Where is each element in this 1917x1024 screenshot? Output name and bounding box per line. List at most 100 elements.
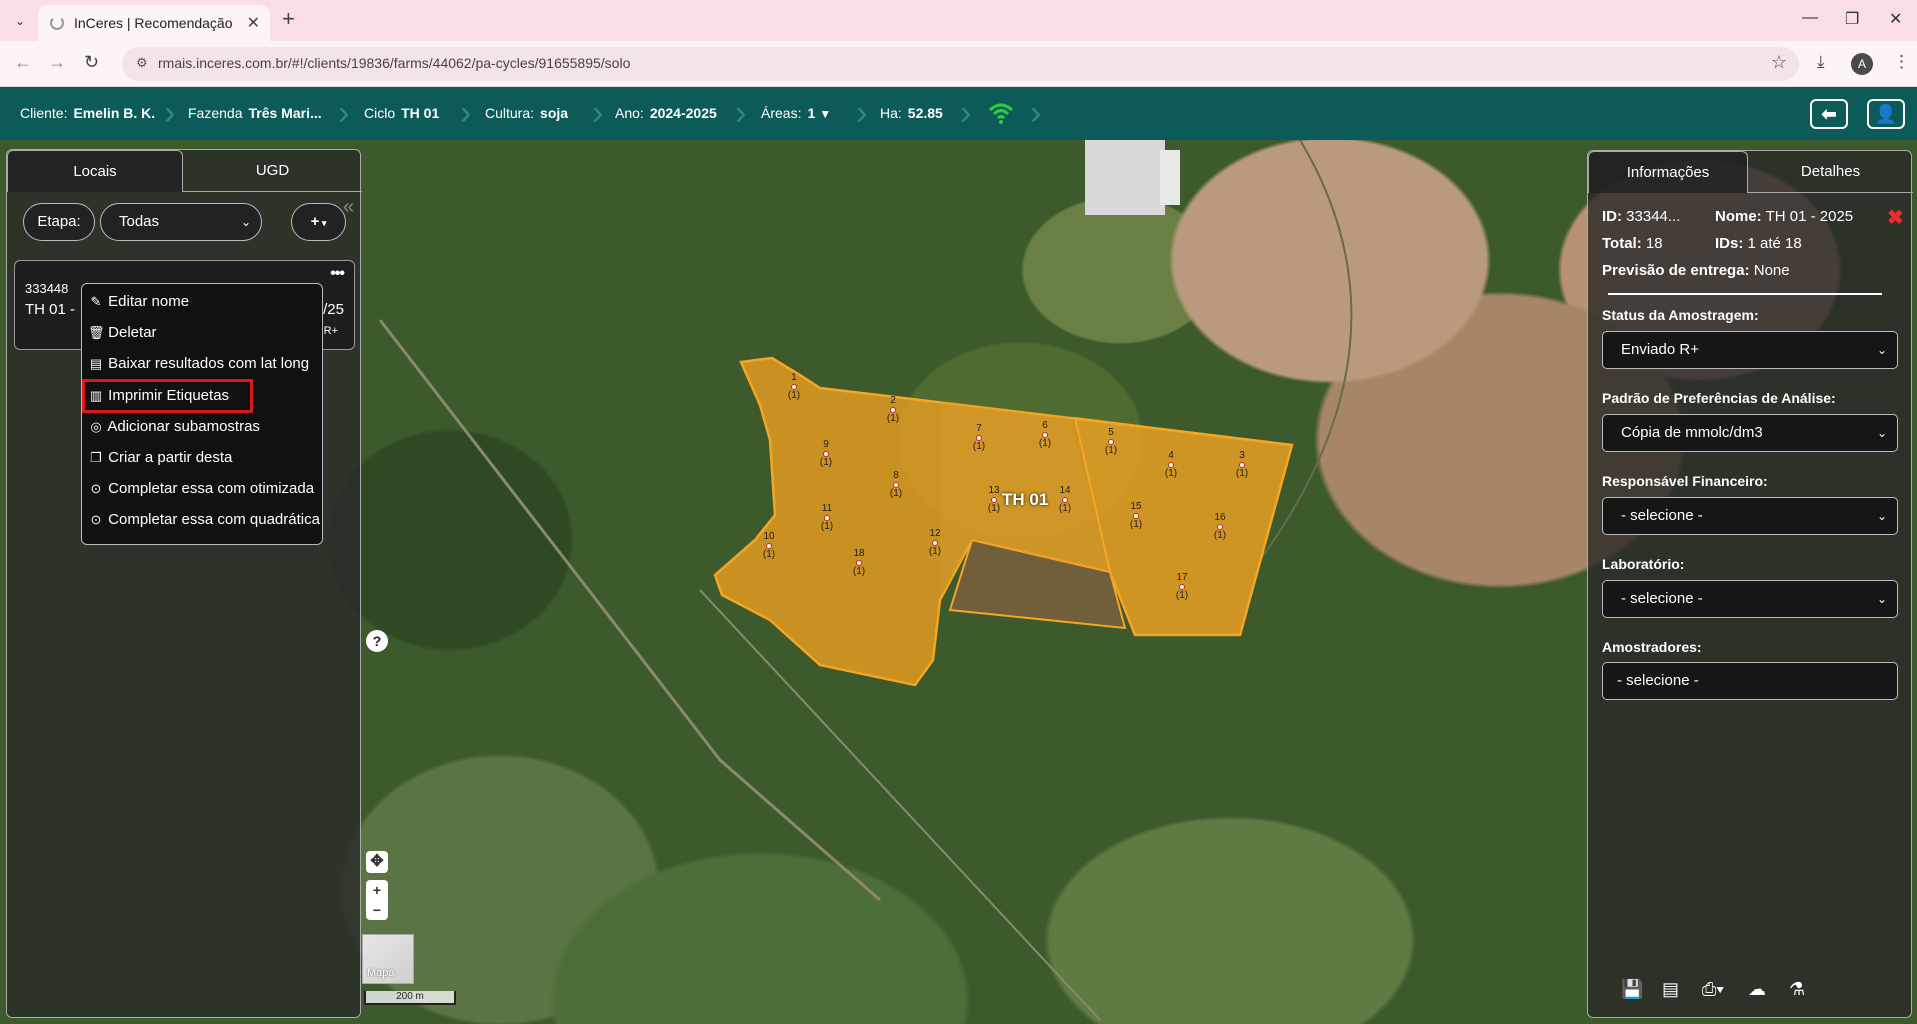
back-icon[interactable]: ← [14,52,32,73]
close-icon[interactable]: ✖ [1887,205,1904,230]
bookmark-star-icon[interactable]: ☆ [1771,52,1787,73]
restore-icon[interactable]: ❐ [1845,9,1859,29]
file-excel-icon[interactable]: ▤ [1662,979,1679,1000]
tab-locais[interactable]: Locais [7,150,183,192]
menu-item-completar-quadratica[interactable]: ⊙ Completar essa com quadrática [88,509,320,531]
url-text[interactable]: rmais.inceres.com.br/#!/clients/19836/fa… [158,55,630,71]
right-panel: Informações Detalhes ID: 33344... Nome: … [1587,150,1913,1018]
nome-value: TH 01 - 2025 [1765,208,1854,225]
sample-point[interactable]: 2 (1) [883,396,903,424]
crumb-cultura[interactable]: Cultura: soja [485,87,568,140]
tab-search-icon[interactable]: ⌄ [8,9,32,33]
sample-point[interactable]: 13 (1) [984,486,1004,514]
profile-avatar[interactable]: A [1851,53,1873,75]
reload-icon[interactable]: ↻ [84,52,99,73]
menu-item-criar-a-partir[interactable]: ❐ Criar a partir desta [88,447,232,469]
back-arrow-button[interactable]: ⬅ [1810,99,1848,129]
browser-menu-icon[interactable]: ⋮ [1893,52,1910,72]
tab-ugd[interactable]: UGD [183,150,362,192]
wifi-icon [988,103,1014,124]
close-tab-icon[interactable]: ✕ [247,13,260,33]
flask-icon[interactable]: ⚗ [1789,979,1805,1000]
left-tabs: Locais UGD [7,150,362,192]
browser-tab[interactable]: InCeres | Recomendação ✕ [38,5,270,41]
cultura-label: Cultura: [485,105,535,121]
address-bar[interactable]: ⚙ rmais.inceres.com.br/#!/clients/19836/… [122,47,1799,81]
zoom-out-button[interactable]: − [366,900,388,920]
financeiro-select[interactable]: - selecione - ⌄ [1602,497,1898,535]
sample-point[interactable]: 15 (1) [1126,502,1146,530]
padrao-select[interactable]: Cópia de mmolc/dm3 ⌄ [1602,414,1898,452]
help-icon[interactable]: ? [366,630,388,652]
cultura-value: soja [540,105,569,121]
crumb-cliente[interactable]: Cliente: Emelin B. K. [20,87,155,140]
tab-informacoes[interactable]: Informações [1588,151,1748,193]
copy-icon: ❐ [90,450,102,465]
crumb-areas[interactable]: Áreas: 1 ▼ [761,87,831,140]
crumb-fazenda[interactable]: Fazenda Três Mari... [188,87,322,140]
dot-circle-icon: ⊙ [90,512,102,527]
ciclo-value: TH 01 [401,105,440,121]
tab-title: InCeres | Recomendação [74,15,233,31]
save-icon[interactable]: 💾 [1621,979,1643,1000]
laboratorio-select[interactable]: - selecione - ⌄ [1602,580,1898,618]
chevron-down-icon: ⌄ [1876,343,1887,357]
menu-item-editar-nome[interactable]: ✎ Editar nome [88,291,190,313]
sample-point[interactable]: 11 (1) [817,504,837,532]
menu-item-baixar-resultados[interactable]: ▤ Baixar resultados com lat long [88,353,309,375]
zoom-in-button[interactable]: + [366,880,388,900]
ciclo-label: Ciclo [364,105,396,121]
app-header: Cliente: Emelin B. K. › Fazenda Três Mari.… [0,87,1917,140]
padrao-label: Padrão de Preferências de Análise: [1602,390,1836,406]
tab-detalhes[interactable]: Detalhes [1748,151,1913,193]
crumb-ciclo[interactable]: Ciclo TH 01 [364,87,439,140]
sample-point[interactable]: 9 (1) [816,440,836,468]
amostradores-select[interactable]: - selecione - [1602,662,1898,700]
site-info-icon[interactable]: ⚙ [136,55,148,71]
sample-point[interactable]: 8 (1) [886,471,906,499]
pan-icon[interactable]: ✥ [366,851,388,873]
menu-item-completar-otimizada[interactable]: ⊙ Completar essa com otimizada [88,478,315,500]
sample-point[interactable]: 16 (1) [1210,513,1230,541]
sample-point[interactable]: 7 (1) [969,424,989,452]
sample-point[interactable]: 6 (1) [1035,421,1055,449]
minimize-icon[interactable]: — [1802,9,1818,27]
sample-point[interactable]: 10 (1) [759,532,779,560]
menu-item-deletar[interactable]: 🗑 Deletar [88,322,157,344]
loading-icon [50,16,64,30]
layer-switcher[interactable]: Mapa [362,934,414,984]
sample-point[interactable]: 4 (1) [1161,451,1181,479]
chevron-right-icon: › [460,94,472,132]
file-excel-icon: ▤ [89,356,103,371]
new-tab-icon[interactable]: + [282,6,295,32]
id-value: 33344... [1626,208,1681,225]
sample-point[interactable]: 18 (1) [849,549,869,577]
nome-row: Nome: TH 01 - 2025 [1715,208,1854,225]
download-icon[interactable]: ⤓ [1817,52,1825,72]
chevron-right-icon: › [164,94,176,132]
sample-point[interactable]: 5 (1) [1101,428,1121,456]
add-dropdown-button[interactable]: + ▾ [291,203,346,241]
sample-point[interactable]: 17 (1) [1172,573,1192,601]
crumb-ano[interactable]: Ano: 2024-2025 [615,87,717,140]
previsao-value: None [1753,262,1790,279]
previsao-row: Previsão de entrega: None [1602,262,1790,279]
menu-item-imprimir-etiquetas[interactable]: ▥ Imprimir Etiquetas [82,379,253,413]
more-options-icon[interactable]: ••• [330,265,345,283]
arrow-left-icon: ⬅ [1821,104,1837,124]
etapa-select[interactable]: Todas ⌄ [100,203,262,241]
barcode-icon: ▥ [89,388,103,403]
sample-point[interactable]: 3 (1) [1232,451,1252,479]
status-select[interactable]: Enviado R+ ⌄ [1602,331,1898,369]
chevron-right-icon: › [338,94,350,132]
forward-icon[interactable]: → [48,52,66,73]
user-button[interactable]: 👤 [1867,99,1905,129]
sample-point[interactable]: 1 (1) [784,373,804,401]
file-download-dropdown-icon[interactable]: ⎙▾ [1702,979,1724,1000]
sample-point[interactable]: 12 (1) [925,529,945,557]
menu-item-adicionar-subamostras[interactable]: ◎ Adicionar subamostras [88,416,260,438]
sample-point[interactable]: 14 (1) [1055,486,1075,514]
window-close-icon[interactable]: ✕ [1889,9,1902,29]
cloud-upload-icon[interactable]: ☁ [1748,979,1766,1000]
cliente-label: Cliente: [20,105,68,121]
